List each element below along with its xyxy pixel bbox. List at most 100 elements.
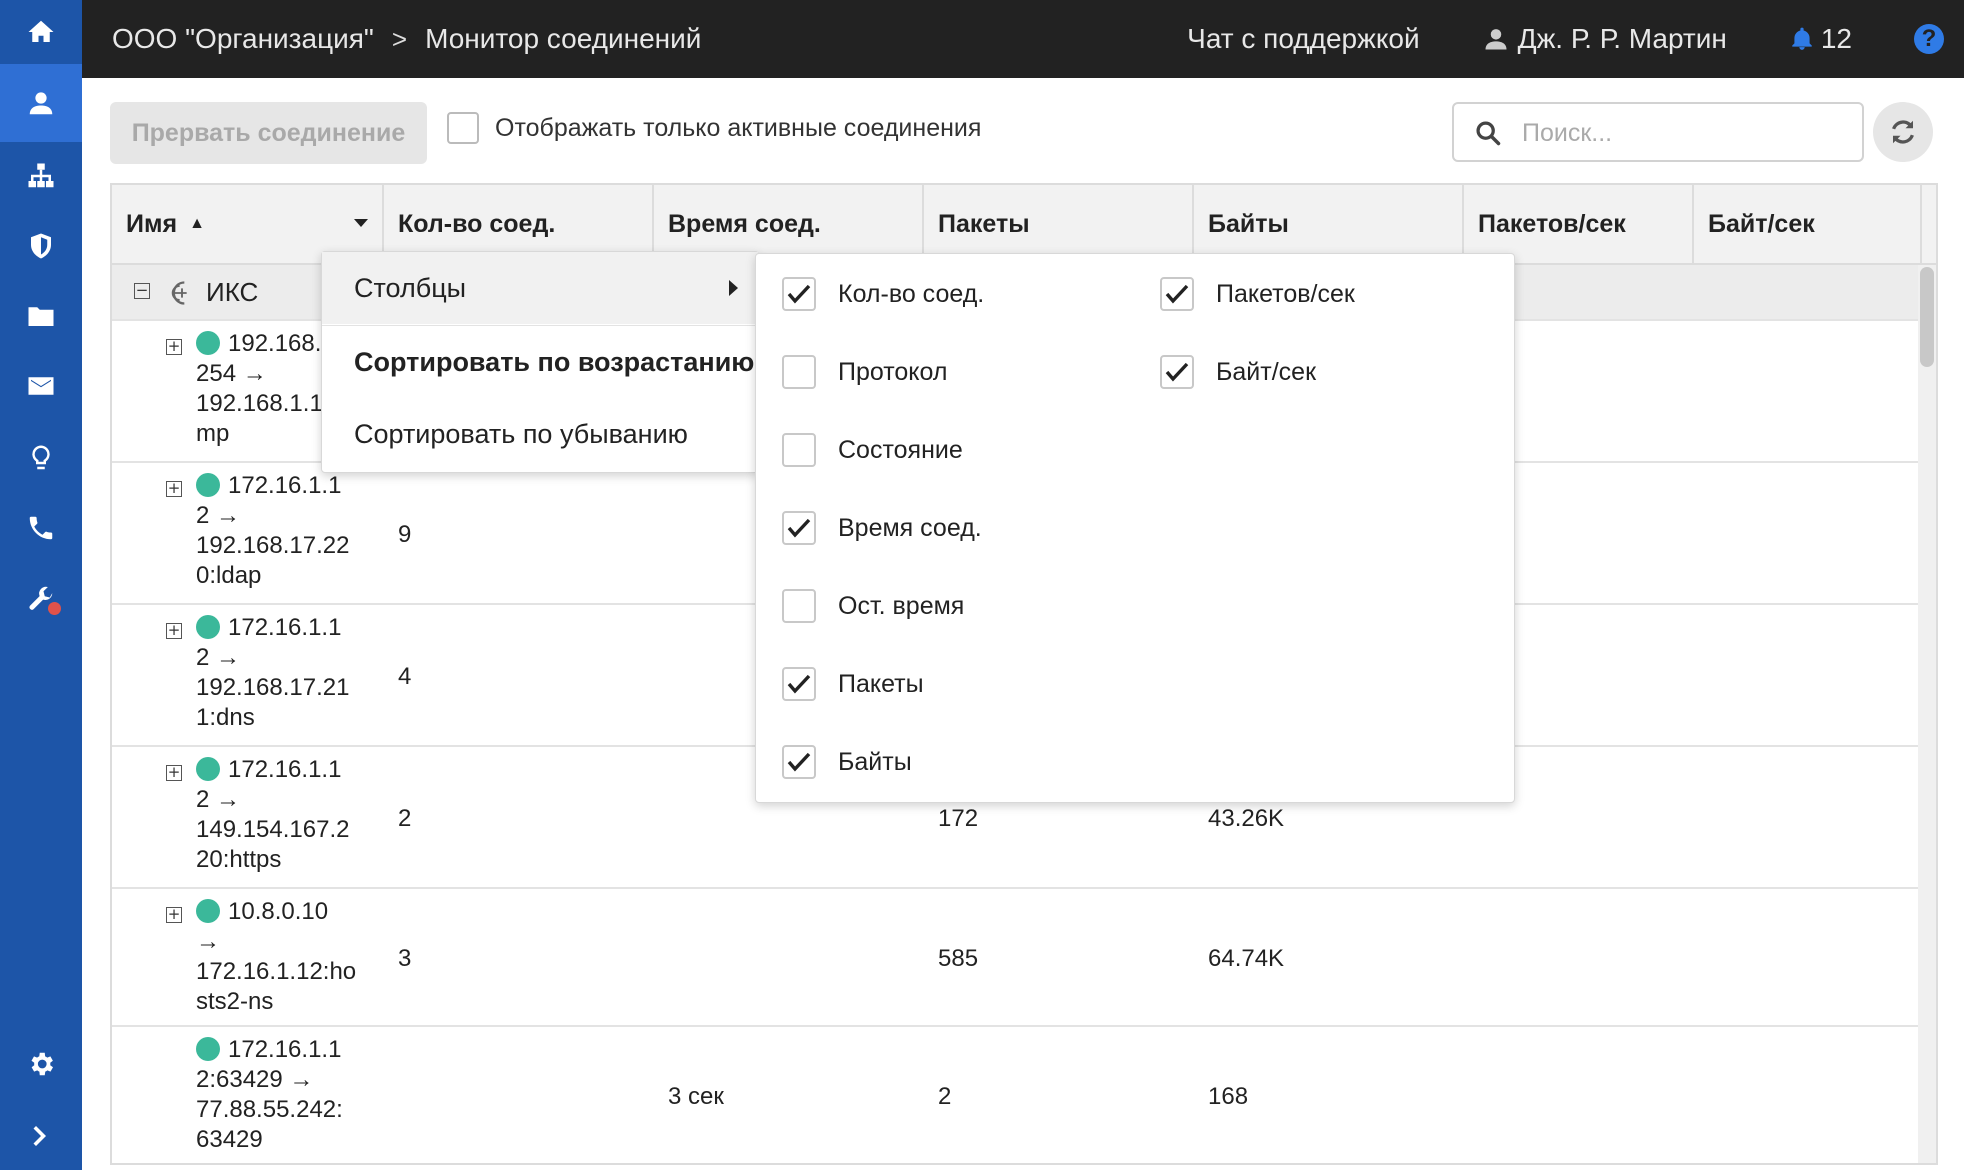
name-line: 192.168.17.22 [196,532,350,559]
menu-item-columns[interactable]: Столбцы [322,252,758,324]
expand-icon[interactable]: + [166,765,182,781]
column-option-protocol[interactable]: Протокол [782,352,947,392]
iks-logo-icon [171,281,187,305]
column-option-packets-per-sec[interactable]: Пакетов/сек [1160,274,1355,314]
nav-tools[interactable] [0,572,82,628]
checkbox[interactable] [782,745,816,779]
home-icon [28,20,54,42]
packets-cell: 585 [938,945,979,972]
column-option-state[interactable]: Состояние [782,430,963,470]
phone-icon [29,516,53,540]
nav-users[interactable] [0,64,82,142]
alert-dot [48,602,61,615]
user-menu[interactable]: Дж. Р. Р. Мартин [1482,23,1727,55]
checkbox[interactable] [782,589,816,623]
nav-tips[interactable] [0,430,82,486]
checkbox[interactable] [782,277,816,311]
option-label: Состояние [838,435,963,464]
checkbox[interactable] [1160,277,1194,311]
scrollbar-thumb[interactable] [1920,267,1934,367]
nav-mail[interactable] [0,358,82,414]
menu-item-sort-asc[interactable]: Сортировать по возрастанию [322,326,758,398]
expand-icon[interactable]: + [166,339,182,355]
checkbox[interactable] [782,667,816,701]
name-line: 149.154.167.2 [196,816,350,843]
column-option-time[interactable]: Время соед. [782,508,982,548]
connection-name: 172.16.1.1 2 → 192.168.17.21 1:dns [196,613,386,733]
connection-name: 172.16.1.1 2 → 149.154.167.2 20:https [196,755,386,875]
table-scrollbar[interactable] [1918,265,1936,1163]
column-menu-chevron-icon[interactable] [354,219,368,227]
nav-security[interactable] [0,218,82,274]
column-header-bytes-per-sec[interactable]: Байт/сек [1694,185,1922,263]
name-line: → [196,928,220,955]
count-cell: 3 [398,945,412,972]
group-label: ИКС [206,277,259,307]
column-header-bytes[interactable]: Байты [1194,185,1464,263]
name-line: 1:dns [196,704,255,731]
checkbox[interactable] [782,355,816,389]
time-cell: 3 сек [668,1083,724,1110]
sidebar [0,0,82,1170]
refresh-button[interactable] [1873,102,1933,162]
nav-telephony[interactable] [0,500,82,556]
option-label: Время соед. [838,513,982,542]
name-line: 254 → [196,360,267,387]
name-line: 20:https [196,846,282,873]
expand-icon[interactable]: + [166,623,182,639]
table-row[interactable]: + 10.8.0.10 → 172.16.1.12:ho sts2-ns 3 5… [112,889,1920,1027]
checkmark-icon [787,518,811,538]
nav-network[interactable] [0,148,82,204]
count-cell: 4 [398,663,412,690]
name-line: 172.16.1.1 [228,614,342,641]
option-label: Кол-во соед. [838,279,985,308]
column-header-packets[interactable]: Пакеты [924,185,1194,263]
name-line: 2 → [196,644,241,671]
name-line: 63429 [196,1126,263,1153]
checkbox[interactable] [782,511,816,545]
column-option-remaining-time[interactable]: Ост. время [782,586,964,626]
nav-home[interactable] [0,4,82,60]
column-option-packets[interactable]: Пакеты [782,664,924,704]
nav-files[interactable] [0,288,82,344]
checkmark-icon [787,284,811,304]
expand-icon[interactable]: + [166,481,182,497]
name-line: 2:63429 → [196,1066,314,1093]
column-option-bytes[interactable]: Байты [782,742,912,782]
help-button[interactable]: ? [1914,24,1944,54]
support-chat-link[interactable]: Чат с поддержкой [1187,23,1419,55]
option-label: Байт/сек [1216,357,1317,386]
search-input[interactable] [1520,114,1844,152]
refresh-icon [1892,120,1914,144]
name-line: 2 → [196,786,241,813]
user-name: Дж. Р. Р. Мартин [1517,23,1727,54]
column-option-bytes-per-sec[interactable]: Байт/сек [1160,352,1316,392]
expand-icon[interactable]: + [166,907,182,923]
packets-cell: 2 [938,1083,952,1110]
nav-expand[interactable] [0,1108,82,1164]
bytes-cell: 168 [1208,1083,1249,1110]
breadcrumb-org[interactable]: ООО "Организация" [112,23,374,55]
folder-icon [28,307,54,326]
column-option-count[interactable]: Кол-во соед. [782,274,984,314]
connection-name: 172.16.1.1 2 → 192.168.17.22 0:ldap [196,471,386,591]
active-only-checkbox[interactable] [447,112,479,144]
mail-icon [28,377,54,395]
collapse-icon[interactable]: − [134,283,150,299]
column-context-menu: Столбцы Сортировать по возрастанию Сорти… [321,251,759,473]
name-line: 77.88.55.242: [196,1096,343,1123]
checkbox[interactable] [1160,355,1194,389]
nav-settings[interactable] [0,1036,82,1092]
abort-connection-button[interactable]: Прервать соединение [110,102,427,164]
bytes-cell: 64.74K [1208,945,1285,972]
table-row[interactable]: 172.16.1.1 2:63429 → 77.88.55.242: 63429… [112,1027,1920,1163]
name-line: 0:ldap [196,562,262,589]
active-only-label: Отображать только активные соединения [495,114,982,142]
notifications-button[interactable]: 12 [1789,23,1852,55]
column-header-packets-per-sec[interactable]: Пакетов/сек [1464,185,1694,263]
option-label: Пакеты [838,669,924,698]
user-icon [29,92,53,115]
menu-item-sort-desc[interactable]: Сортировать по убыванию [322,398,758,470]
count-cell: 2 [398,805,412,832]
checkbox[interactable] [782,433,816,467]
